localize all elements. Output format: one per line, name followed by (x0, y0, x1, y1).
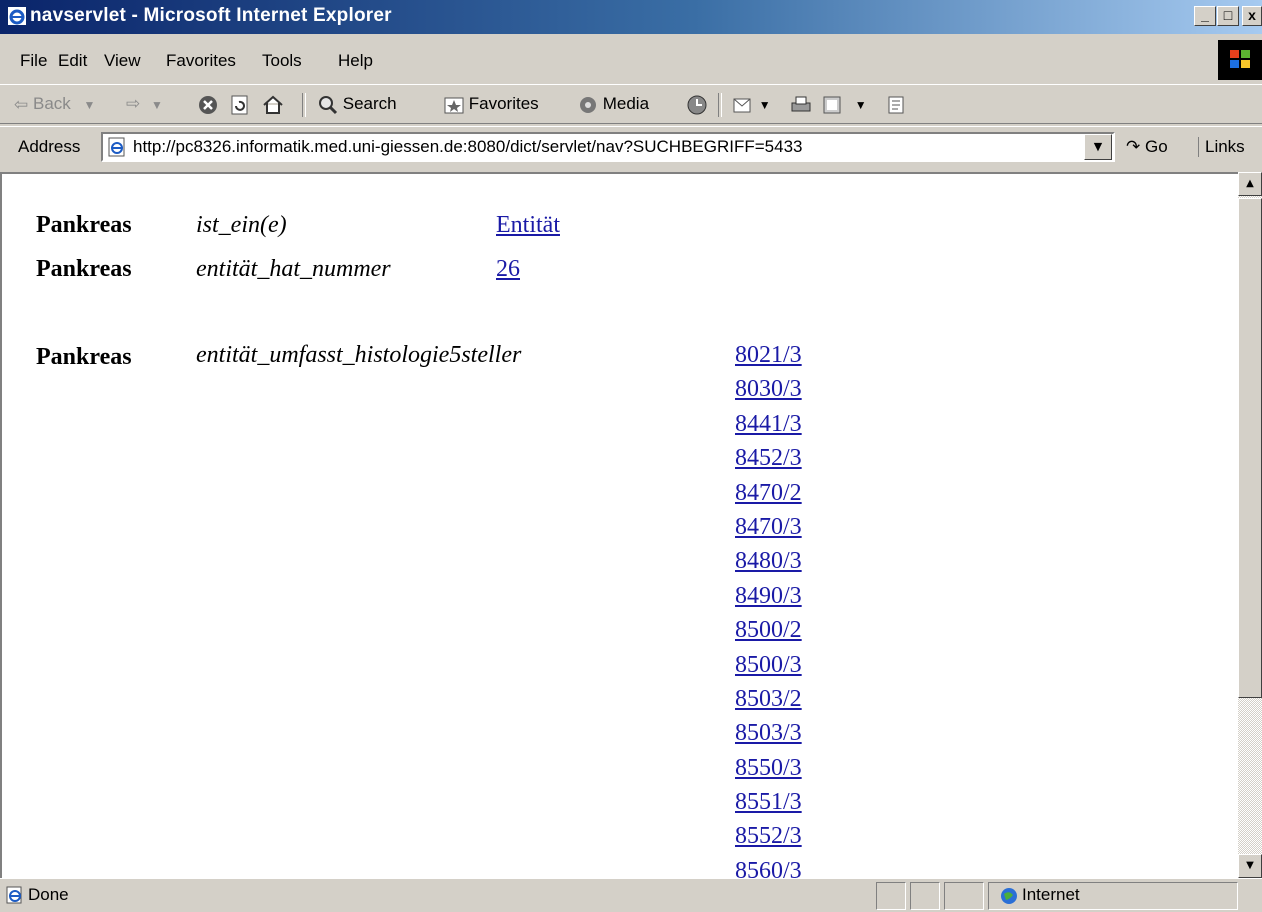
print-button[interactable] (790, 92, 812, 116)
media-label: Media (602, 94, 650, 113)
scroll-thumb[interactable] (1238, 198, 1262, 698)
stop-icon (199, 95, 217, 114)
address-bar: Address http://pc8326.informatik.med.uni… (0, 126, 1262, 166)
histology-link[interactable]: 8452/3 (735, 441, 802, 475)
history-icon (687, 95, 707, 115)
refresh-button[interactable] (230, 92, 250, 116)
forward-arrow-icon: ⇨ (126, 94, 141, 113)
forward-dropdown-icon: ▼ (150, 98, 163, 112)
scroll-up-button[interactable]: ▲ (1238, 172, 1262, 196)
histology-link[interactable]: 8441/3 (735, 407, 802, 441)
address-input[interactable]: http://pc8326.informatik.med.uni-giessen… (133, 136, 802, 158)
window-title: navservlet - Microsoft Internet Explorer (30, 5, 392, 26)
status-pane (910, 882, 940, 910)
histology-value-list: 8021/3 8030/3 8441/3 8452/3 8470/2 8470/… (735, 338, 802, 878)
discuss-icon (888, 96, 904, 114)
status-text: Done (28, 885, 69, 904)
menu-favorites[interactable]: Favorites (166, 51, 236, 71)
standard-toolbar: ⇦ Back ▼ ⇨ ▼ Search Favorites Media ▼ ▼ (0, 84, 1262, 124)
menu-bar: File Edit View Favorites Tools Help (0, 45, 1262, 77)
status-pane (876, 882, 906, 910)
media-button[interactable]: Media (578, 92, 649, 116)
favorites-label: Favorites (468, 94, 539, 113)
windows-flag-icon (1230, 50, 1250, 68)
histology-link[interactable]: 8470/2 (735, 476, 802, 510)
menu-view[interactable]: View (104, 51, 141, 71)
histology-link[interactable]: 8550/3 (735, 751, 802, 785)
media-icon (580, 96, 596, 113)
histology-link[interactable]: 8503/3 (735, 716, 802, 750)
print-icon (791, 96, 811, 112)
home-button[interactable] (262, 92, 284, 116)
internet-zone-icon (1001, 888, 1017, 904)
edit-dropdown-icon: ▼ (854, 98, 867, 112)
edit-button[interactable]: ▼ (822, 92, 867, 116)
histology-link[interactable]: 8021/3 (735, 338, 802, 372)
minimize-button[interactable]: _ (1194, 6, 1216, 26)
histology-link[interactable]: 8500/2 (735, 613, 802, 647)
zone-label: Internet (1022, 885, 1080, 904)
home-icon (263, 95, 283, 114)
history-button[interactable] (686, 92, 708, 116)
histology-link[interactable]: 8500/3 (735, 648, 802, 682)
back-dropdown-icon: ▼ (83, 98, 96, 112)
go-button[interactable]: ↷ Go (1126, 137, 1168, 157)
histology-link[interactable]: 8470/3 (735, 510, 802, 544)
favorites-button[interactable]: Favorites (444, 92, 539, 116)
stop-button[interactable] (198, 92, 218, 116)
toolbar-separator (718, 93, 722, 117)
back-button[interactable]: ⇦ Back ▼ (14, 92, 95, 116)
back-label: Back (32, 94, 71, 113)
chevron-up-icon: ▲ (1246, 178, 1254, 189)
forward-button[interactable]: ⇨ ▼ (126, 92, 163, 116)
toolbar-separator (302, 93, 306, 117)
refresh-icon (231, 95, 248, 115)
histology-link[interactable]: 8490/3 (735, 579, 802, 613)
page-icon (108, 137, 125, 157)
mail-button[interactable]: ▼ (732, 92, 771, 116)
search-label: Search (342, 94, 397, 113)
title-bar: navservlet - Microsoft Internet Explorer… (0, 0, 1262, 34)
vertical-scrollbar[interactable]: ▲ ▼ (1238, 172, 1262, 878)
maximize-button[interactable]: □ (1217, 6, 1239, 26)
page-done-icon (6, 886, 22, 904)
menu-file[interactable]: File (20, 51, 47, 71)
menu-help[interactable]: Help (338, 51, 373, 71)
go-label: Go (1144, 137, 1168, 156)
histology-link[interactable]: 8480/3 (735, 544, 802, 578)
close-button[interactable]: x (1242, 6, 1262, 26)
scroll-down-button[interactable]: ▼ (1238, 854, 1262, 878)
favorites-star-icon (444, 97, 464, 114)
address-dropdown-button[interactable]: ▼ (1084, 134, 1112, 160)
histology-link[interactable]: 8503/2 (735, 682, 802, 716)
chevron-down-icon: ▼ (1093, 140, 1103, 153)
windows-logo (1218, 40, 1262, 80)
links-label: Links (1205, 137, 1245, 156)
histology-link[interactable]: 8551/3 (735, 785, 802, 819)
search-button[interactable]: Search (318, 92, 397, 116)
links-toolbar[interactable]: Links (1198, 137, 1245, 157)
status-bar: Done Internet (0, 878, 1262, 912)
address-label: Address (18, 137, 81, 156)
back-arrow-icon: ⇦ (14, 94, 29, 114)
edit-page-icon (823, 96, 841, 114)
value-list-clip: 8021/3 8030/3 8441/3 8452/3 8470/2 8470/… (0, 174, 1236, 878)
ie-logo-icon (8, 7, 26, 25)
menu-tools[interactable]: Tools (262, 51, 302, 71)
status-pane (944, 882, 984, 910)
address-field[interactable]: http://pc8326.informatik.med.uni-giessen… (101, 132, 1115, 162)
mail-dropdown-icon: ▼ (758, 98, 771, 112)
search-icon (319, 95, 338, 114)
histology-link[interactable]: 8560/3 (735, 854, 802, 878)
chevron-down-icon: ▼ (1246, 860, 1254, 871)
histology-link[interactable]: 8030/3 (735, 372, 802, 406)
go-arrow-icon: ↷ (1126, 137, 1141, 156)
menu-edit[interactable]: Edit (58, 51, 87, 71)
discuss-button[interactable] (886, 92, 906, 116)
mail-icon (733, 98, 751, 113)
histology-link[interactable]: 8552/3 (735, 819, 802, 853)
